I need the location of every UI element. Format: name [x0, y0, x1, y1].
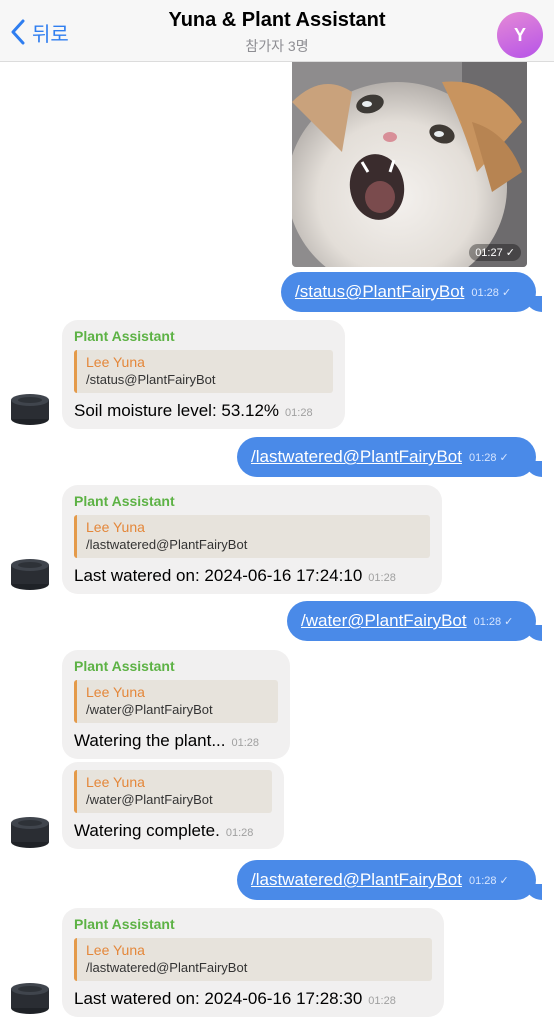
quote-author: Lee Yuna [86, 519, 145, 535]
chat-title: Yuna & Plant Assistant [168, 9, 386, 31]
message-time: 01:28 [285, 407, 313, 419]
message-text: Last watered on: 2024-06-16 17:24:10 [74, 566, 363, 585]
message-text: Last watered on: 2024-06-16 17:28:30 [74, 989, 363, 1008]
sender-name: Plant Assistant [74, 328, 175, 344]
message-body: Soil moisture level: 53.12% 01:28 [74, 401, 333, 421]
photo-timestamp: 01:27 ✓ [469, 244, 521, 261]
message-time: 01:28 [231, 737, 260, 749]
outgoing-message: /lastwatered@PlantFairyBot 01:28 ✓ [237, 437, 542, 477]
reply-quote[interactable]: Lee Yuna /lastwatered@PlantFairyBot [74, 938, 432, 981]
chat-header: 뒤로 Yuna & Plant Assistant 참가자 3명 Y [0, 0, 554, 62]
incoming-message: Plant Assistant Lee Yuna /lastwatered@Pl… [62, 908, 444, 1017]
message-text: Watering the plant... [74, 731, 226, 750]
message-time: 01:28 ✓ [468, 451, 509, 464]
sender-name: Plant Assistant [74, 916, 175, 932]
quote-text: /status@PlantFairyBot [86, 372, 216, 387]
message-time: 01:28 ✓ [468, 874, 509, 887]
message-text: Watering complete. [74, 821, 220, 840]
reply-quote[interactable]: Lee Yuna /water@PlantFairyBot [74, 680, 278, 723]
quote-text: /lastwatered@PlantFairyBot [86, 960, 248, 975]
bot-avatar-icon[interactable] [10, 557, 50, 591]
bot-avatar-icon[interactable] [10, 815, 50, 849]
bot-avatar-icon[interactable] [10, 392, 50, 426]
message-body: Watering the plant... 01:28 [74, 731, 278, 751]
sender-name: Plant Assistant [74, 658, 175, 674]
quote-author: Lee Yuna [86, 354, 145, 370]
cat-photo [292, 62, 527, 267]
message-body: Watering complete. 01:28 [74, 821, 272, 841]
incoming-message: Lee Yuna /water@PlantFairyBot Watering c… [62, 762, 284, 849]
sender-name: Plant Assistant [74, 493, 175, 509]
incoming-message: Plant Assistant Lee Yuna /status@PlantFa… [62, 320, 345, 429]
photo-message[interactable]: 01:27 ✓ [292, 62, 527, 267]
quote-author: Lee Yuna [86, 684, 145, 700]
reply-quote[interactable]: Lee Yuna /water@PlantFairyBot [74, 770, 272, 813]
message-time: 01:28 ✓ [473, 615, 514, 628]
participant-count: 참가자 3명 [245, 38, 309, 54]
quote-text: /lastwatered@PlantFairyBot [86, 537, 248, 552]
bot-avatar-icon[interactable] [10, 981, 50, 1015]
command-link[interactable]: /status@PlantFairyBot [295, 282, 464, 302]
outgoing-message: /water@PlantFairyBot 01:28 ✓ [287, 601, 542, 641]
incoming-message: Plant Assistant Lee Yuna /water@PlantFai… [62, 650, 290, 759]
message-body: Last watered on: 2024-06-16 17:24:10 01:2… [74, 566, 430, 586]
group-avatar[interactable]: Y [497, 12, 543, 58]
message-time: 01:28 [368, 995, 396, 1007]
quote-text: /water@PlantFairyBot [86, 702, 213, 717]
quote-author: Lee Yuna [86, 942, 145, 958]
message-time: 01:28 [225, 827, 254, 839]
quote-author: Lee Yuna [86, 774, 145, 790]
command-link[interactable]: /water@PlantFairyBot [301, 611, 467, 631]
message-body: Last watered on: 2024-06-16 17:28:30 01:2… [74, 989, 432, 1009]
message-time: 01:28 [368, 572, 396, 584]
command-link[interactable]: /lastwatered@PlantFairyBot [251, 447, 462, 467]
incoming-message: Plant Assistant Lee Yuna /lastwatered@Pl… [62, 485, 442, 594]
outgoing-message: /status@PlantFairyBot 01:28 ✓ [281, 272, 542, 312]
outgoing-message: /lastwatered@PlantFairyBot 01:28 ✓ [237, 860, 542, 900]
reply-quote[interactable]: Lee Yuna /lastwatered@PlantFairyBot [74, 515, 430, 558]
command-link[interactable]: /lastwatered@PlantFairyBot [251, 870, 462, 890]
message-text: Soil moisture level: 53.12% [74, 401, 280, 420]
message-time: 01:28 ✓ [471, 286, 512, 299]
quote-text: /water@PlantFairyBot [86, 792, 213, 807]
reply-quote[interactable]: Lee Yuna /status@PlantFairyBot [74, 350, 333, 393]
